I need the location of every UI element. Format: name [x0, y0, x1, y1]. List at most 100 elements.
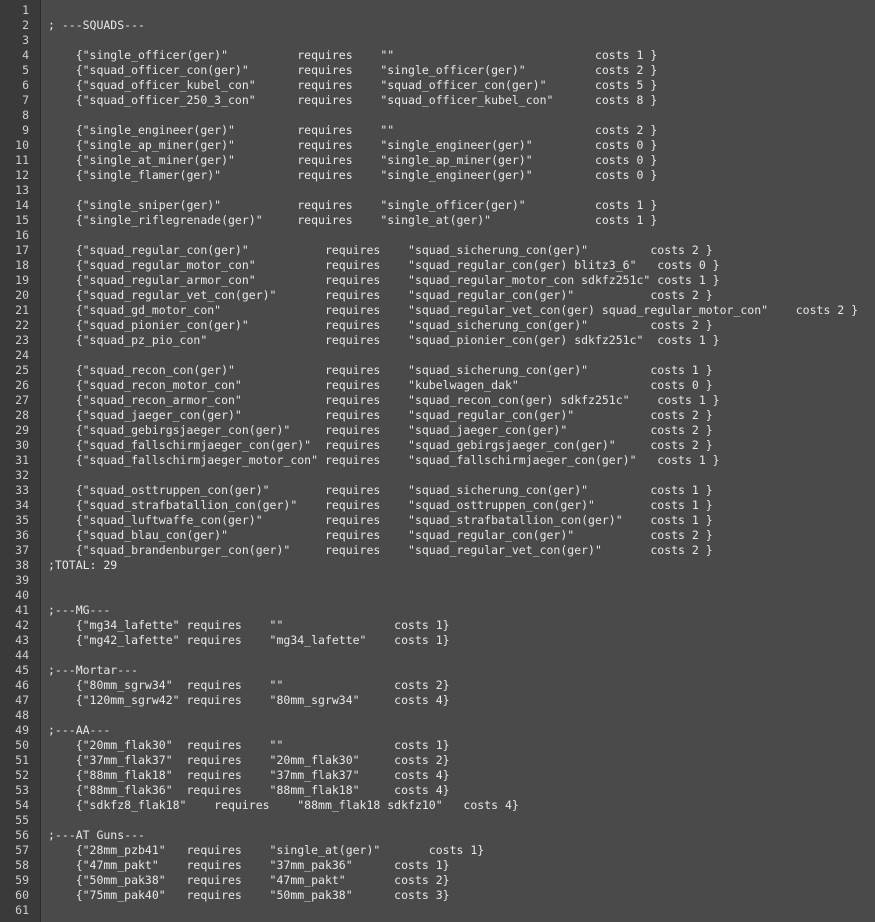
- code-area[interactable]: 1 2 ; ---SQUADS--- 3 4 {"single_officer(ger)…: [0, 3, 875, 918]
- line-text: {"sdkfz8_flak18" requires "88mm_flak18 s…: [48, 798, 519, 812]
- line-text: {"mg34_lafette" requires "" costs 1}: [48, 618, 450, 632]
- code-line[interactable]: 37 {"squad_brandenburger_con(ger)" requi…: [0, 543, 875, 558]
- line-text: ; ---SQUADS---: [48, 18, 145, 32]
- code-line[interactable]: 48: [0, 708, 875, 723]
- line-number: 51: [15, 753, 29, 767]
- code-line[interactable]: 9 {"single_engineer(ger)" requires "" co…: [0, 123, 875, 138]
- code-line[interactable]: 53 {"88mm_flak36" requires "88mm_flak18"…: [0, 783, 875, 798]
- code-line[interactable]: 47 {"120mm_sgrw42" requires "80mm_sgrw34…: [0, 693, 875, 708]
- line-number: 53: [15, 783, 29, 797]
- line-text: {"squad_pionier_con(ger)" requires "squa…: [48, 318, 713, 332]
- code-line[interactable]: 49 ;---AA---: [0, 723, 875, 738]
- line-number: 14: [15, 198, 29, 212]
- code-line[interactable]: 21 {"squad_gd_motor_con" requires "squad…: [0, 303, 875, 318]
- code-line[interactable]: 8: [0, 108, 875, 123]
- line-number: 37: [15, 543, 29, 557]
- code-line[interactable]: 54 {"sdkfz8_flak18" requires "88mm_flak1…: [0, 798, 875, 813]
- line-text: ;TOTAL: 29: [48, 558, 118, 572]
- code-line[interactable]: 50 {"20mm_flak30" requires "" costs 1}: [0, 738, 875, 753]
- line-number: 25: [15, 363, 29, 377]
- code-line[interactable]: 46 {"80mm_sgrw34" requires "" costs 2}: [0, 678, 875, 693]
- line-number: 16: [15, 228, 29, 242]
- code-line[interactable]: 18 {"squad_regular_motor_con" requires "…: [0, 258, 875, 273]
- line-text: ;---Mortar---: [48, 663, 139, 677]
- code-line[interactable]: 2 ; ---SQUADS---: [0, 18, 875, 33]
- code-line[interactable]: 23 {"squad_pz_pio_con" requires "squad_p…: [0, 333, 875, 348]
- code-line[interactable]: 31 {"squad_fallschirmjaeger_motor_con" r…: [0, 453, 875, 468]
- code-line[interactable]: 45 ;---Mortar---: [0, 663, 875, 678]
- code-line[interactable]: 12 {"single_flamer(ger)" requires "singl…: [0, 168, 875, 183]
- line-number: 21: [15, 303, 29, 317]
- code-line[interactable]: 22 {"squad_pionier_con(ger)" requires "s…: [0, 318, 875, 333]
- line-number: 54: [15, 798, 29, 812]
- code-line[interactable]: 15 {"single_riflegrenade(ger)" requires …: [0, 213, 875, 228]
- line-number: 11: [15, 153, 29, 167]
- code-line[interactable]: 5 {"squad_officer_con(ger)" requires "si…: [0, 63, 875, 78]
- code-line[interactable]: 51 {"37mm_flak37" requires "20mm_flak30"…: [0, 753, 875, 768]
- line-number: 6: [22, 78, 29, 92]
- code-line[interactable]: 58 {"47mm_pakt" requires "37mm_pak36" co…: [0, 858, 875, 873]
- code-line[interactable]: 33 {"squad_osttruppen_con(ger)" requires…: [0, 483, 875, 498]
- code-line[interactable]: 40: [0, 588, 875, 603]
- code-line[interactable]: 4 {"single_officer(ger)" requires "" cos…: [0, 48, 875, 63]
- line-text: {"squad_strafbatallion_con(ger)" require…: [48, 498, 713, 512]
- line-number: 60: [15, 888, 29, 902]
- code-line[interactable]: 59 {"50mm_pak38" requires "47mm_pakt" co…: [0, 873, 875, 888]
- code-line[interactable]: 17 {"squad_regular_con(ger)" requires "s…: [0, 243, 875, 258]
- code-line[interactable]: 13: [0, 183, 875, 198]
- code-line[interactable]: 44: [0, 648, 875, 663]
- code-line[interactable]: 6 {"squad_officer_kubel_con" requires "s…: [0, 78, 875, 93]
- line-text: {"88mm_flak36" requires "88mm_flak18" co…: [48, 783, 450, 797]
- code-line[interactable]: 20 {"squad_regular_vet_con(ger)" require…: [0, 288, 875, 303]
- code-line[interactable]: 56 ;---AT Guns---: [0, 828, 875, 843]
- line-text: {"squad_fallschirmjaeger_con(ger)" requi…: [48, 438, 713, 452]
- line-text: {"squad_recon_armor_con" requires "squad…: [48, 393, 720, 407]
- line-number: 13: [15, 183, 29, 197]
- line-number: 24: [15, 348, 29, 362]
- code-editor[interactable]: 1 2 ; ---SQUADS--- 3 4 {"single_officer(ger)…: [0, 0, 875, 922]
- code-line[interactable]: 38 ;TOTAL: 29: [0, 558, 875, 573]
- code-line[interactable]: 7 {"squad_officer_250_3_con" requires "s…: [0, 93, 875, 108]
- code-line[interactable]: 34 {"squad_strafbatallion_con(ger)" requ…: [0, 498, 875, 513]
- code-line[interactable]: 32: [0, 468, 875, 483]
- code-line[interactable]: 26 {"squad_recon_motor_con" requires "ku…: [0, 378, 875, 393]
- code-line[interactable]: 30 {"squad_fallschirmjaeger_con(ger)" re…: [0, 438, 875, 453]
- line-number: 44: [15, 648, 29, 662]
- code-line[interactable]: 14 {"single_sniper(ger)" requires "singl…: [0, 198, 875, 213]
- code-line[interactable]: 41 ;---MG---: [0, 603, 875, 618]
- code-line[interactable]: 36 {"squad_blau_con(ger)" requires "squa…: [0, 528, 875, 543]
- code-line[interactable]: 19 {"squad_regular_armor_con" requires "…: [0, 273, 875, 288]
- code-line[interactable]: 3: [0, 33, 875, 48]
- line-number: 3: [22, 33, 29, 47]
- code-line[interactable]: 57 {"28mm_pzb41" requires "single_at(ger…: [0, 843, 875, 858]
- line-number: 18: [15, 258, 29, 272]
- code-line[interactable]: 52 {"88mm_flak18" requires "37mm_flak37"…: [0, 768, 875, 783]
- code-line[interactable]: 39: [0, 573, 875, 588]
- code-line[interactable]: 27 {"squad_recon_armor_con" requires "sq…: [0, 393, 875, 408]
- line-number: 34: [15, 498, 29, 512]
- line-text: {"120mm_sgrw42" requires "80mm_sgrw34" c…: [48, 693, 450, 707]
- code-line[interactable]: 42 {"mg34_lafette" requires "" costs 1}: [0, 618, 875, 633]
- line-number: 19: [15, 273, 29, 287]
- code-line[interactable]: 11 {"single_at_miner(ger)" requires "sin…: [0, 153, 875, 168]
- line-text: {"squad_officer_con(ger)" requires "sing…: [48, 63, 658, 77]
- code-line[interactable]: 43 {"mg42_lafette" requires "mg34_lafett…: [0, 633, 875, 648]
- line-number: 8: [22, 108, 29, 122]
- code-line[interactable]: 28 {"squad_jaeger_con(ger)" requires "sq…: [0, 408, 875, 423]
- line-number: 29: [15, 423, 29, 437]
- line-text: {"mg42_lafette" requires "mg34_lafette" …: [48, 633, 450, 647]
- code-line[interactable]: 10 {"single_ap_miner(ger)" requires "sin…: [0, 138, 875, 153]
- code-line[interactable]: 55: [0, 813, 875, 828]
- code-line[interactable]: 29 {"squad_gebirgsjaeger_con(ger)" requi…: [0, 423, 875, 438]
- code-line[interactable]: 60 {"75mm_pak40" requires "50mm_pak38" c…: [0, 888, 875, 903]
- code-line[interactable]: 1: [0, 3, 875, 18]
- code-line[interactable]: 24: [0, 348, 875, 363]
- line-number: 35: [15, 513, 29, 527]
- line-number: 43: [15, 633, 29, 647]
- line-text: {"80mm_sgrw34" requires "" costs 2}: [48, 678, 450, 692]
- code-line[interactable]: 61: [0, 903, 875, 918]
- line-number: 5: [22, 63, 29, 77]
- code-line[interactable]: 25 {"squad_recon_con(ger)" requires "squ…: [0, 363, 875, 378]
- code-line[interactable]: 35 {"squad_luftwaffe_con(ger)" requires …: [0, 513, 875, 528]
- code-line[interactable]: 16: [0, 228, 875, 243]
